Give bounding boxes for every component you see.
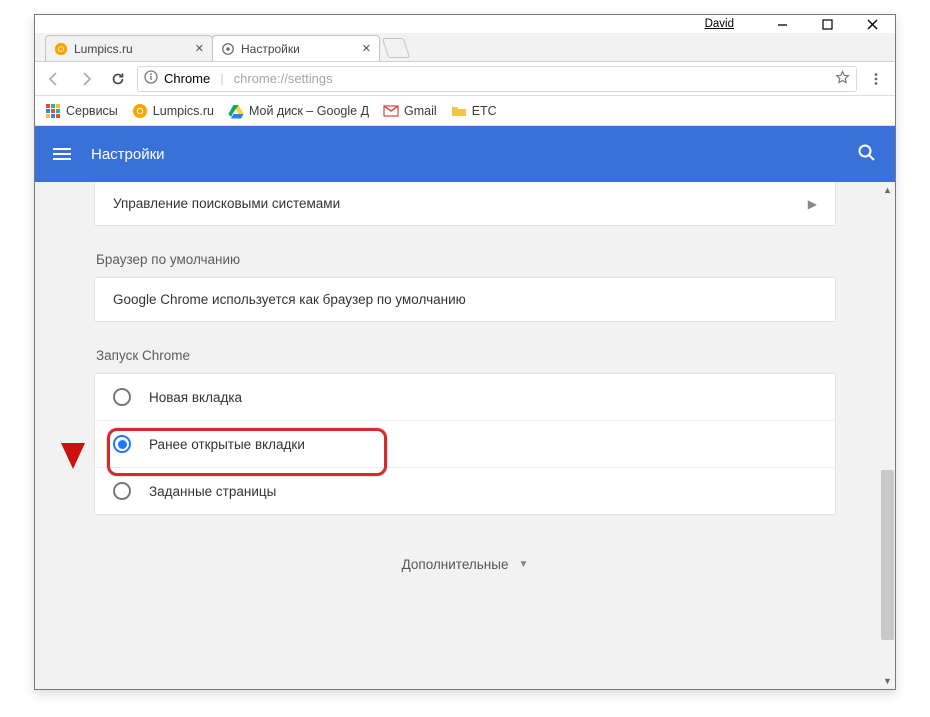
bookmark-folder-etc[interactable]: ETC bbox=[451, 103, 497, 119]
url-path: chrome://settings bbox=[234, 71, 333, 86]
window-titlebar: David bbox=[35, 15, 895, 33]
gmail-icon bbox=[383, 103, 399, 119]
section-title-on-startup: Запуск Chrome bbox=[96, 348, 836, 363]
bookmark-drive[interactable]: Мой диск – Google Д bbox=[228, 103, 369, 119]
scrollbar[interactable]: ▲ ▼ bbox=[880, 182, 895, 689]
bookmarks-bar: Сервисы Lumpics.ru Мой диск – Google Д G… bbox=[35, 96, 895, 126]
chevron-down-icon: ▼ bbox=[518, 559, 528, 570]
tab-settings[interactable]: Настройки ✕ bbox=[212, 35, 380, 61]
advanced-toggle[interactable]: Дополнительные ▼ bbox=[94, 557, 836, 572]
startup-option-newtab[interactable]: Новая вкладка bbox=[95, 374, 835, 420]
tab-label: Lumpics.ru bbox=[74, 42, 133, 56]
close-button[interactable] bbox=[850, 15, 895, 33]
orange-circle-icon bbox=[54, 42, 68, 56]
option-label: Новая вкладка bbox=[149, 390, 242, 405]
minimize-button[interactable] bbox=[760, 15, 805, 33]
on-startup-card: Новая вкладка Ранее открытые вкладки Зад… bbox=[94, 373, 836, 515]
profile-name[interactable]: David bbox=[705, 18, 734, 30]
bookmark-lumpics[interactable]: Lumpics.ru bbox=[132, 103, 214, 119]
chevron-right-icon: ▶ bbox=[808, 197, 817, 211]
radio-checked-icon bbox=[113, 435, 131, 453]
bookmark-star-icon[interactable] bbox=[835, 70, 850, 88]
orange-circle-icon bbox=[132, 103, 148, 119]
tab-lumpics[interactable]: Lumpics.ru ✕ bbox=[45, 35, 213, 61]
back-button[interactable] bbox=[41, 66, 67, 92]
bookmark-label: Мой диск – Google Д bbox=[249, 104, 369, 118]
site-info-icon[interactable] bbox=[144, 70, 158, 87]
apps-grid-icon bbox=[45, 103, 61, 119]
maximize-button[interactable] bbox=[805, 15, 850, 33]
scrollbar-thumb[interactable] bbox=[881, 470, 894, 640]
settings-content: Управление поисковыми системами ▶ Браузе… bbox=[35, 182, 895, 689]
browser-window: David Lumpics.ru ✕ Настройки ✕ bbox=[34, 14, 896, 690]
startup-option-specific-pages[interactable]: Заданные страницы bbox=[95, 467, 835, 514]
advanced-label: Дополнительные bbox=[402, 557, 509, 572]
scrollbar-down-icon[interactable]: ▼ bbox=[880, 673, 895, 689]
gear-icon bbox=[221, 42, 235, 56]
default-browser-card: Google Chrome используется как браузер п… bbox=[94, 277, 836, 322]
option-label: Ранее открытые вкладки bbox=[149, 437, 305, 452]
bookmark-apps[interactable]: Сервисы bbox=[45, 103, 118, 119]
bookmark-label: Lumpics.ru bbox=[153, 104, 214, 118]
bookmark-label: ETC bbox=[472, 104, 497, 118]
page-title: Настройки bbox=[91, 146, 165, 163]
close-icon[interactable]: ✕ bbox=[362, 42, 371, 55]
folder-icon bbox=[451, 103, 467, 119]
drive-icon bbox=[228, 103, 244, 119]
search-button[interactable] bbox=[857, 143, 877, 166]
new-tab-button[interactable] bbox=[382, 38, 410, 58]
tab-strip: Lumpics.ru ✕ Настройки ✕ bbox=[35, 33, 895, 62]
bookmark-label: Gmail bbox=[404, 104, 437, 118]
address-bar: Chrome | chrome://settings bbox=[35, 62, 895, 96]
section-title-default-browser: Браузер по умолчанию bbox=[96, 252, 836, 267]
radio-unchecked-icon bbox=[113, 388, 131, 406]
url-input[interactable]: Chrome | chrome://settings bbox=[137, 66, 857, 92]
url-scheme: Chrome bbox=[164, 71, 210, 86]
startup-option-continue[interactable]: Ранее открытые вкладки bbox=[95, 420, 835, 467]
option-label: Заданные страницы bbox=[149, 484, 276, 499]
annotation-arrow-icon bbox=[51, 275, 95, 613]
menu-icon[interactable] bbox=[53, 148, 71, 160]
bookmark-gmail[interactable]: Gmail bbox=[383, 103, 437, 119]
menu-button[interactable] bbox=[863, 66, 889, 92]
settings-header: Настройки bbox=[35, 126, 895, 182]
tab-label: Настройки bbox=[241, 42, 300, 56]
scrollbar-up-icon[interactable]: ▲ bbox=[880, 182, 895, 198]
reload-button[interactable] bbox=[105, 66, 131, 92]
forward-button[interactable] bbox=[73, 66, 99, 92]
manage-search-engines-row[interactable]: Управление поисковыми системами ▶ bbox=[95, 182, 835, 225]
default-browser-text: Google Chrome используется как браузер п… bbox=[95, 278, 835, 321]
radio-unchecked-icon bbox=[113, 482, 131, 500]
search-engines-card: Управление поисковыми системами ▶ bbox=[94, 182, 836, 226]
row-label: Управление поисковыми системами bbox=[113, 196, 340, 211]
bookmark-label: Сервисы bbox=[66, 104, 118, 118]
close-icon[interactable]: ✕ bbox=[195, 42, 204, 55]
